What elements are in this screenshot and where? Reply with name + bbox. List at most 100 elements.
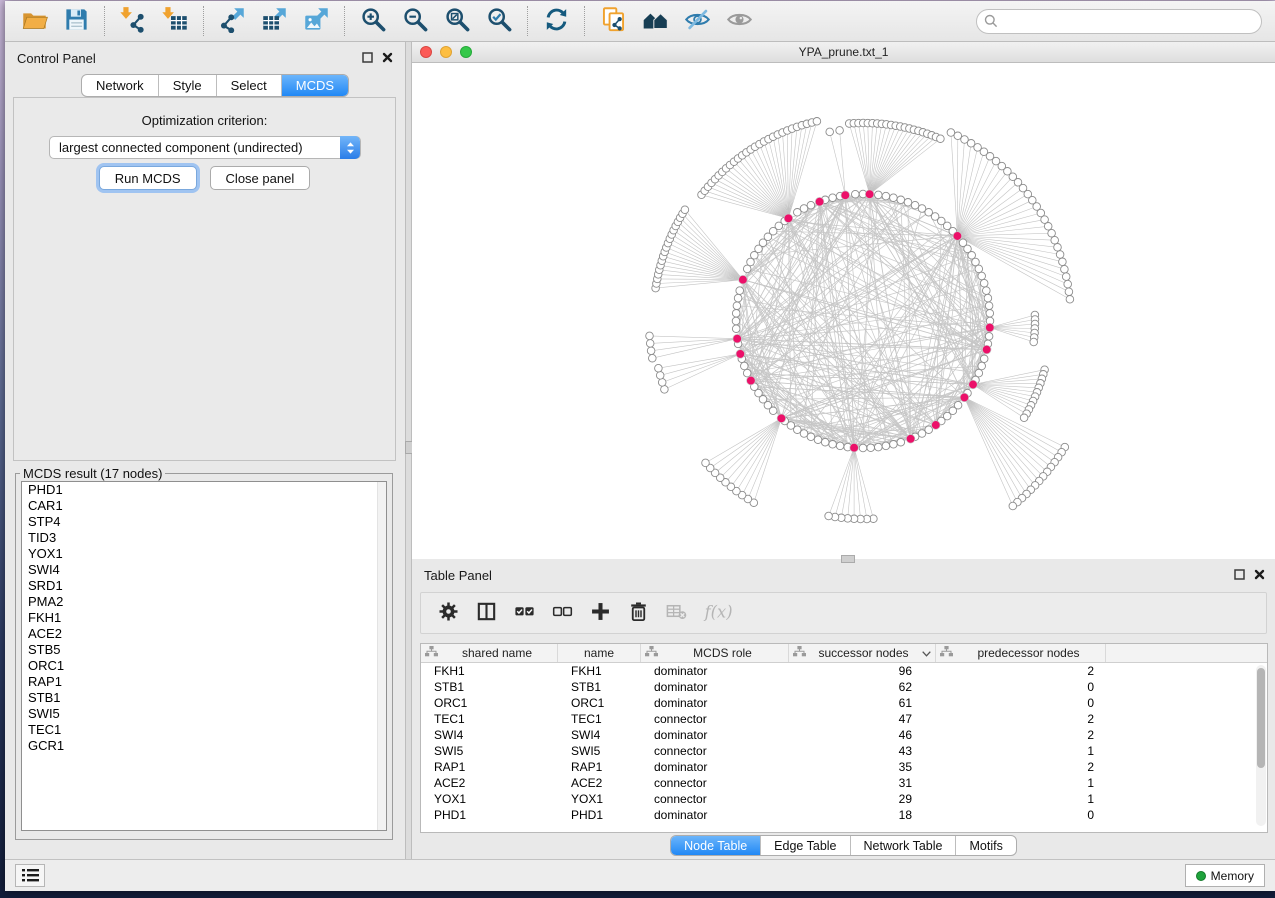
- network-node[interactable]: [918, 430, 926, 438]
- mcds-result-item[interactable]: PHD1: [22, 482, 386, 498]
- network-node[interactable]: [882, 442, 890, 450]
- network-node[interactable]: [741, 362, 749, 370]
- mcds-result-item[interactable]: YOX1: [22, 546, 386, 562]
- network-node[interactable]: [980, 279, 988, 287]
- network-node[interactable]: [734, 294, 742, 302]
- run-mcds-button[interactable]: Run MCDS: [99, 166, 197, 190]
- zoom-fit-button[interactable]: [436, 4, 478, 38]
- mcds-result-item[interactable]: RAP1: [22, 674, 386, 690]
- network-node[interactable]: [983, 287, 991, 295]
- network-hub-node[interactable]: [736, 350, 745, 359]
- network-node[interactable]: [1066, 296, 1074, 304]
- network-node[interactable]: [733, 302, 741, 310]
- table-panel-close-button[interactable]: [1254, 569, 1265, 580]
- network-node[interactable]: [1064, 280, 1072, 288]
- network-node[interactable]: [1020, 414, 1028, 422]
- network-hub-node[interactable]: [733, 334, 742, 343]
- network-node[interactable]: [681, 206, 689, 214]
- network-node[interactable]: [743, 369, 751, 377]
- network-hub-node[interactable]: [841, 191, 850, 200]
- zoom-out-button[interactable]: [394, 4, 436, 38]
- apply-layout-button[interactable]: [535, 4, 577, 38]
- network-node[interactable]: [1044, 223, 1052, 231]
- export-image-button[interactable]: [295, 4, 337, 38]
- network-hub-node[interactable]: [784, 214, 793, 223]
- network-node[interactable]: [647, 347, 655, 355]
- network-node[interactable]: [649, 354, 657, 362]
- network-node[interactable]: [658, 379, 666, 387]
- network-node[interactable]: [972, 258, 980, 266]
- mcds-result-item[interactable]: CAR1: [22, 498, 386, 514]
- network-node[interactable]: [1056, 251, 1064, 259]
- network-node[interactable]: [800, 205, 808, 213]
- mcds-result-item[interactable]: GCR1: [22, 738, 386, 754]
- network-hub-node[interactable]: [986, 323, 995, 332]
- network-node[interactable]: [813, 118, 821, 126]
- mcds-result-item[interactable]: SRD1: [22, 578, 386, 594]
- network-node[interactable]: [656, 372, 664, 380]
- network-hub-node[interactable]: [850, 443, 859, 452]
- network-node[interactable]: [1054, 244, 1062, 252]
- network-node[interactable]: [1048, 229, 1056, 237]
- tab-network[interactable]: Network: [82, 75, 159, 96]
- network-node[interactable]: [911, 201, 919, 209]
- network-hub-node[interactable]: [906, 435, 915, 444]
- tab-style[interactable]: Style: [159, 75, 217, 96]
- network-node[interactable]: [937, 135, 945, 143]
- hide-selected-button[interactable]: [676, 4, 718, 38]
- network-node[interactable]: [736, 287, 744, 295]
- network-node[interactable]: [985, 333, 993, 341]
- first-neighbors-button[interactable]: [634, 4, 676, 38]
- network-hub-node[interactable]: [932, 421, 941, 430]
- deselect-all-button[interactable]: [551, 600, 574, 626]
- network-node[interactable]: [875, 443, 883, 451]
- mcds-result-item[interactable]: TID3: [22, 530, 386, 546]
- column-header-predecessor-nodes[interactable]: predecessor nodes: [936, 644, 1106, 662]
- mcds-result-item[interactable]: STB1: [22, 690, 386, 706]
- network-hub-node[interactable]: [982, 345, 991, 354]
- table-row[interactable]: FKH1FKH1dominator962: [421, 663, 1267, 679]
- network-node[interactable]: [975, 369, 983, 377]
- network-node[interactable]: [980, 355, 988, 363]
- network-node[interactable]: [1051, 236, 1059, 244]
- control-panel-close-button[interactable]: [382, 52, 393, 63]
- network-hub-node[interactable]: [960, 393, 969, 402]
- mcds-result-item[interactable]: PMA2: [22, 594, 386, 610]
- network-node[interactable]: [890, 441, 898, 449]
- add-column-button[interactable]: [589, 600, 612, 626]
- network-node[interactable]: [1030, 338, 1038, 346]
- save-session-button[interactable]: [55, 4, 97, 38]
- network-hub-node[interactable]: [777, 414, 786, 423]
- network-node[interactable]: [661, 386, 669, 394]
- network-node[interactable]: [859, 444, 867, 452]
- mcds-result-item[interactable]: SWI4: [22, 562, 386, 578]
- network-hub-node[interactable]: [739, 275, 748, 284]
- show-all-button[interactable]: [718, 4, 760, 38]
- column-header-name[interactable]: name: [558, 644, 641, 662]
- network-node[interactable]: [829, 194, 837, 202]
- network-node[interactable]: [743, 265, 751, 273]
- network-node[interactable]: [1061, 265, 1069, 273]
- tab-motifs[interactable]: Motifs: [956, 836, 1015, 855]
- network-node[interactable]: [867, 444, 875, 452]
- column-header-successor-nodes[interactable]: successor nodes: [789, 644, 936, 662]
- network-node[interactable]: [732, 325, 740, 333]
- network-node[interactable]: [1059, 258, 1067, 266]
- network-node[interactable]: [655, 364, 663, 372]
- network-node[interactable]: [882, 192, 890, 200]
- network-node[interactable]: [814, 436, 822, 444]
- mcds-result-item[interactable]: STB5: [22, 642, 386, 658]
- import-table-button[interactable]: [154, 4, 196, 38]
- table-row[interactable]: ACE2ACE2connector311: [421, 775, 1267, 791]
- mcds-result-item[interactable]: STP4: [22, 514, 386, 530]
- tab-select[interactable]: Select: [217, 75, 282, 96]
- network-node[interactable]: [897, 196, 905, 204]
- settings-button[interactable]: [437, 600, 460, 626]
- open-file-button[interactable]: [13, 4, 55, 38]
- network-node[interactable]: [1065, 288, 1073, 296]
- mcds-result-item[interactable]: FKH1: [22, 610, 386, 626]
- network-node[interactable]: [984, 294, 992, 302]
- network-node[interactable]: [904, 199, 912, 207]
- columns-button[interactable]: [475, 600, 498, 626]
- network-node[interactable]: [826, 128, 834, 136]
